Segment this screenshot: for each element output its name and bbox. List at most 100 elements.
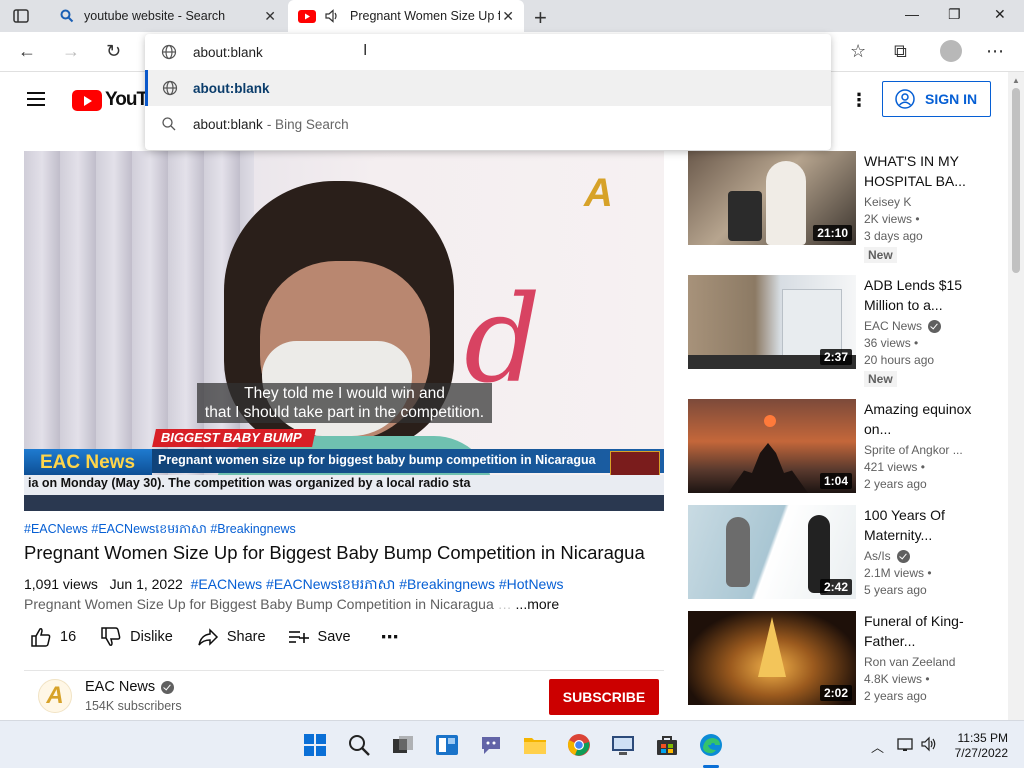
show-hidden-icons-icon[interactable]: ︿: [871, 737, 884, 756]
new-tab-icon[interactable]: +: [534, 5, 547, 31]
video-thumbnail[interactable]: 21:10: [688, 151, 856, 245]
store-icon[interactable]: [655, 733, 679, 757]
sign-in-label: SIGN IN: [925, 91, 978, 107]
view-count: 2K views •: [864, 212, 920, 226]
sign-in-button[interactable]: SIGN IN: [882, 81, 991, 117]
scroll-thumb[interactable]: [1012, 88, 1020, 273]
channel-name[interactable]: EAC News: [85, 679, 175, 695]
recommended-video[interactable]: 1:04 Amazing equinox on... Sprite of Ang…: [688, 399, 998, 514]
close-tab-icon[interactable]: ✕: [264, 8, 276, 25]
search-icon[interactable]: [347, 733, 371, 757]
recommended-video[interactable]: 2:02 Funeral of King-Father... Ron van Z…: [688, 611, 998, 726]
more-actions-icon[interactable]: ⋯: [381, 627, 399, 648]
verified-icon: [161, 680, 175, 694]
maximize-icon[interactable]: ❐: [948, 6, 961, 23]
view-count: 4.8K views •: [864, 672, 930, 686]
widgets-icon[interactable]: [435, 733, 459, 757]
video-thumbnail[interactable]: 2:02: [688, 611, 856, 705]
globe-icon: [161, 44, 177, 60]
verified-icon: [928, 319, 942, 333]
video-caption: They told me I would win and that I shou…: [197, 383, 492, 423]
description-text: Pregnant Women Size Up for Biggest Baby …: [24, 596, 494, 612]
network-icon[interactable]: [897, 736, 915, 752]
video-thumbnail[interactable]: 1:04: [688, 399, 856, 493]
recommended-video[interactable]: 2:42 100 Years Of Maternity... As/Is 2.1…: [688, 505, 998, 620]
upload-age: 20 hours ago: [864, 353, 935, 367]
subscriber-count: 154K subscribers: [85, 699, 182, 713]
save-button[interactable]: Save: [288, 627, 351, 647]
recommended-video[interactable]: 21:10 WHAT'S IN MY HOSPITAL BA... Keisey…: [688, 151, 998, 266]
video-duration: 2:42: [819, 579, 852, 595]
subscribe-button[interactable]: SUBSCRIBE: [549, 679, 659, 715]
video-duration: 2:37: [819, 349, 852, 365]
more-menu-icon[interactable]: ⋯: [986, 41, 1004, 62]
video-duration: 21:10: [813, 225, 852, 241]
tab-search[interactable]: youtube website - Search ✕: [46, 0, 286, 32]
share-button[interactable]: Share: [197, 627, 266, 647]
upload-age: 2 years ago: [864, 477, 927, 491]
minimize-icon[interactable]: —: [905, 6, 919, 22]
chrome-icon[interactable]: [567, 733, 591, 757]
omnibox-dropdown: about:blank I about:blank about:blank - …: [145, 34, 831, 150]
volume-icon[interactable]: [921, 736, 939, 752]
description-hashtags[interactable]: #EACNews #EACNewsខេមរភាសា #Breakingnews …: [191, 576, 564, 592]
view-count: 36 views •: [864, 336, 919, 350]
speaker-icon[interactable]: [324, 8, 340, 24]
video-stats: 1,091 views Jun 1, 2022 #EACNews #EACNew…: [24, 575, 563, 596]
back-icon[interactable]: ←: [18, 41, 36, 62]
video-thumbnail[interactable]: 2:42: [688, 505, 856, 599]
suggestion-item[interactable]: about:blank - Bing Search: [145, 106, 831, 142]
hamburger-menu-icon[interactable]: [27, 92, 45, 106]
video-player[interactable]: d A They told me I would win and that I …: [24, 151, 664, 511]
video-hashtags[interactable]: #EACNews #EACNewsខេមរភាសា #Breakingnews: [24, 522, 296, 540]
windows-start-icon[interactable]: [303, 733, 327, 757]
page-scrollbar[interactable]: ▲: [1008, 72, 1024, 720]
address-bar[interactable]: about:blank I: [145, 34, 831, 70]
video-actions: 16 Dislike Share Save ⋯: [30, 624, 399, 650]
tab-actions-icon[interactable]: [12, 7, 30, 25]
show-more-link[interactable]: ...more: [516, 596, 560, 612]
dislike-button[interactable]: Dislike: [100, 627, 173, 647]
file-explorer-icon[interactable]: [523, 733, 547, 757]
video-title: Funeral of King-Father...: [864, 613, 964, 649]
video-thumbnail[interactable]: 2:37: [688, 275, 856, 369]
chyron-text: Pregnant women size up for biggest baby …: [158, 453, 596, 467]
video-title: ADB Lends $15 Million to a...: [864, 277, 963, 313]
collections-icon[interactable]: ⧉: [894, 41, 907, 62]
clock-date: 7/27/2022: [954, 746, 1008, 760]
suggestion-item[interactable]: about:blank: [145, 70, 831, 106]
windows-taskbar: ︿ 11:35 PM 7/27/2022: [0, 720, 1024, 768]
share-icon: [198, 628, 218, 646]
remote-desktop-icon[interactable]: [611, 733, 635, 757]
refresh-icon[interactable]: ↻: [106, 41, 121, 62]
chat-icon[interactable]: [479, 733, 503, 757]
channel-name: Ron van Zeeland: [864, 655, 956, 669]
video-description[interactable]: Pregnant Women Size Up for Biggest Baby …: [24, 596, 559, 612]
forward-icon[interactable]: →: [62, 41, 80, 62]
tab-title: Pregnant Women Size Up for Biggest Baby …: [350, 9, 500, 23]
scroll-up-icon[interactable]: ▲: [1012, 76, 1020, 85]
add-to-playlist-icon: [288, 631, 309, 643]
verified-icon: [896, 549, 910, 563]
task-view-icon[interactable]: [391, 733, 415, 757]
user-icon: [895, 89, 915, 109]
youtube-play-icon: [72, 89, 102, 111]
channel-watermark-logo: A: [584, 171, 613, 215]
video-bottom-band: [24, 495, 664, 511]
like-button[interactable]: 16: [30, 627, 76, 647]
close-tab-icon[interactable]: ✕: [502, 8, 514, 25]
new-badge: New: [864, 247, 897, 263]
tab-youtube-video[interactable]: Pregnant Women Size Up for Biggest Baby …: [288, 0, 524, 32]
profile-avatar[interactable]: [940, 40, 962, 62]
clock-time: 11:35 PM: [957, 731, 1008, 745]
channel-avatar[interactable]: A: [38, 679, 72, 713]
edge-icon[interactable]: [699, 733, 723, 757]
search-icon: [60, 9, 74, 23]
settings-menu-icon[interactable]: ⋮: [850, 90, 868, 111]
upload-date: Jun 1, 2022: [109, 576, 183, 592]
recommended-video[interactable]: 2:37 ADB Lends $15 Million to a... EAC N…: [688, 275, 998, 390]
view-count: 1,091 views: [24, 576, 98, 592]
close-window-icon[interactable]: ✕: [994, 6, 1006, 23]
favorites-icon[interactable]: ☆: [850, 41, 866, 62]
system-clock[interactable]: 11:35 PM 7/27/2022: [946, 731, 1008, 761]
